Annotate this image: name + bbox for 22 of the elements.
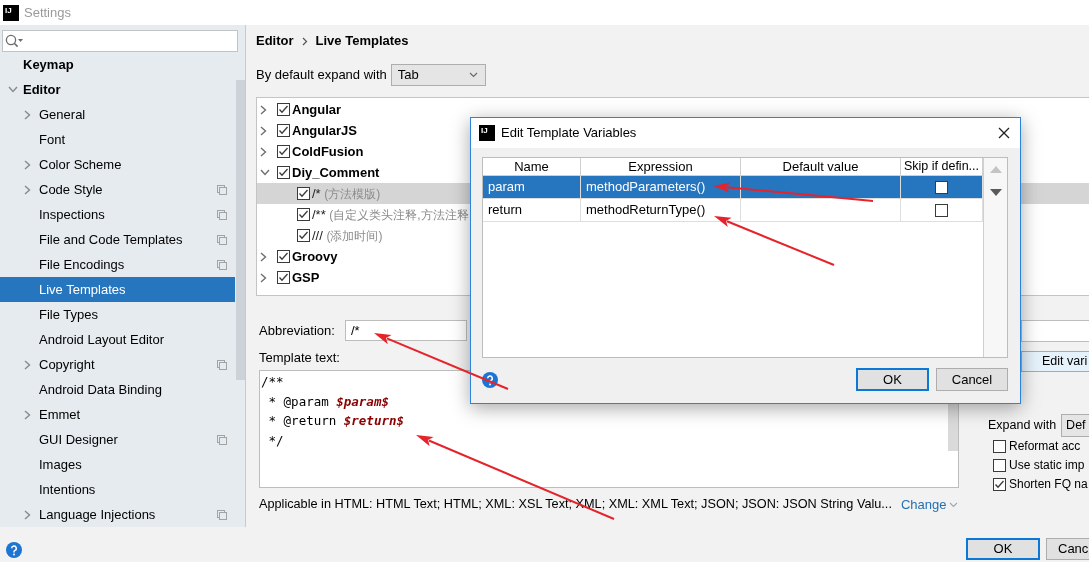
applicable-contexts-text: Applicable in HTML: HTML Text; HTML; XML: XSL Text; XML; XML: XML Text; JSON; JSON: JSON String Valu... xyxy=(259,496,892,513)
table-cell: param xyxy=(483,176,581,198)
column-header: Expression xyxy=(581,158,741,175)
expand-with-label: Expand with xyxy=(988,418,1057,433)
expand-with-label: By default expand with xyxy=(256,67,387,83)
checkbox-label: Reformat acc xyxy=(1009,439,1081,454)
checkbox-label: Shorten FQ na xyxy=(1009,477,1088,492)
dialog-title: Edit Template Variables xyxy=(501,125,637,141)
checkbox-label: Use static imp xyxy=(1009,458,1085,473)
template-text-label: Template text: xyxy=(259,349,341,366)
app-logo: IJ xyxy=(479,125,495,141)
table-cell: return xyxy=(483,199,581,221)
app-logo: IJ xyxy=(3,4,19,21)
code-line: */ xyxy=(267,431,284,450)
abbreviation-label: Abbreviation: xyxy=(259,322,335,339)
column-header: Name xyxy=(483,158,581,175)
code-line: * @param $param$ xyxy=(267,392,389,411)
code-line: /** xyxy=(261,373,284,391)
breadcrumb-item: Live Templates xyxy=(315,33,409,49)
window-title: Settings xyxy=(24,4,71,21)
code-line: * @return $return$ xyxy=(267,412,404,430)
column-header: Default value xyxy=(741,158,901,175)
